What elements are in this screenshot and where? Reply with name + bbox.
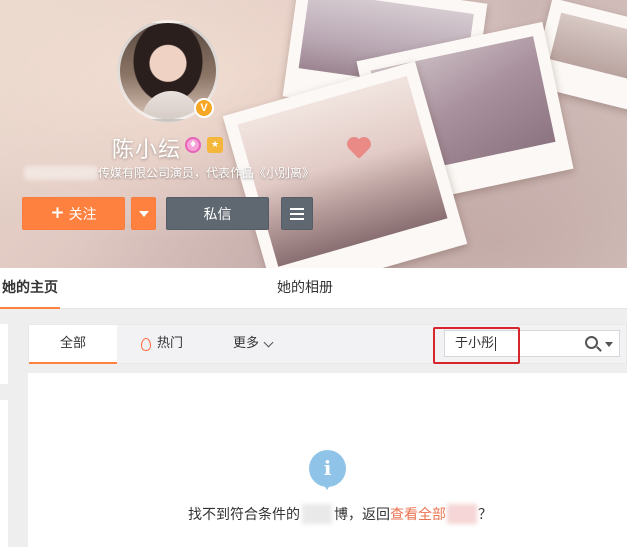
info-icon: i — [309, 450, 346, 490]
tab-hot-label: 热门 — [157, 336, 184, 351]
caret-down-icon — [138, 210, 149, 217]
search-icon[interactable] — [585, 336, 598, 349]
tab-all[interactable]: 全部 — [29, 325, 117, 364]
flame-icon — [141, 337, 151, 351]
follow-dropdown-button[interactable] — [131, 197, 156, 230]
caret-down-icon[interactable] — [605, 342, 613, 347]
message-label: 私信 — [203, 206, 232, 223]
redacted-text — [447, 504, 477, 524]
more-menu-button[interactable] — [281, 197, 313, 230]
chevron-down-icon — [263, 337, 274, 347]
redacted-text — [302, 504, 332, 524]
redacted-text — [24, 166, 98, 180]
tab-home[interactable]: 她的主页 — [0, 268, 60, 309]
tab-more-label: 更多 — [233, 336, 260, 351]
sidebar-panel — [0, 324, 8, 384]
follow-button[interactable]: + 关注 — [22, 197, 125, 230]
annotation-highlight-box — [433, 327, 520, 364]
tab-album[interactable]: 她的相册 — [277, 268, 333, 309]
view-all-link[interactable]: 查看全部 — [390, 504, 446, 524]
vip-icon[interactable]: ♦ — [185, 137, 201, 153]
tab-more[interactable]: 更多 — [233, 325, 274, 363]
profile-nav: 她的主页 她的相册 — [0, 268, 627, 309]
profile-name: 陈小纭 — [112, 138, 182, 163]
level-icon[interactable]: ★ — [207, 137, 223, 153]
sidebar-panel — [0, 400, 8, 547]
follow-label: 关注 — [68, 206, 97, 223]
verified-badge: V — [194, 98, 214, 118]
plus-icon: + — [50, 203, 65, 223]
tab-hot[interactable]: 热门 — [141, 325, 183, 363]
profile-bio: 传媒有限公司演员，代表作品《小别离》 — [98, 166, 315, 180]
empty-result-message: 找不到符合条件的 博，返回 查看全部 ？ — [188, 504, 492, 524]
message-button[interactable]: 私信 — [166, 197, 269, 230]
menu-icon — [290, 207, 304, 210]
